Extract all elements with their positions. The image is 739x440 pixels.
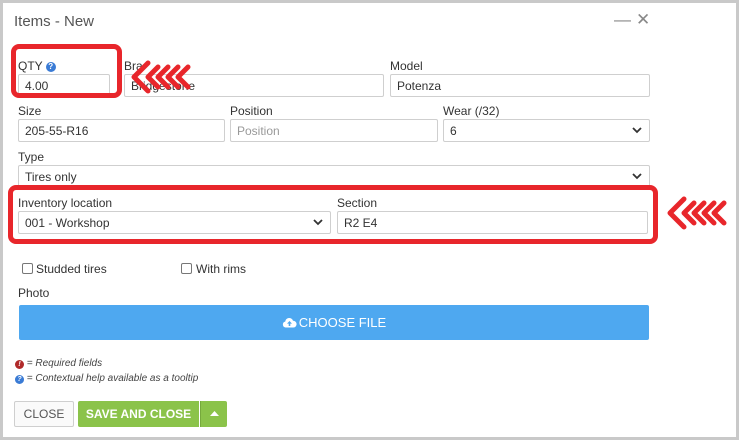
exclamation-circle-icon: ! — [15, 360, 24, 369]
dialog-title: Items - New — [14, 13, 95, 30]
chevron-down-icon — [632, 127, 642, 134]
help-legend: ? = Contextual help available as a toolt… — [15, 373, 198, 384]
size-label: Size — [18, 104, 42, 118]
help-legend-text: = Contextual help available as a tooltip — [26, 373, 199, 384]
chevron-down-icon — [632, 173, 642, 180]
size-input[interactable]: 205-55-R16 — [18, 119, 225, 142]
studded-tires-checkbox[interactable] — [22, 263, 33, 274]
location-highlight-box — [8, 185, 658, 244]
choose-file-button[interactable]: CHOOSE FILE — [19, 305, 649, 340]
caret-up-icon — [210, 411, 219, 416]
close-button[interactable]: CLOSE — [14, 401, 74, 427]
type-select-value: Tires only — [25, 170, 77, 184]
cloud-upload-icon — [282, 317, 297, 328]
required-legend-text: = Required fields — [26, 358, 103, 369]
studded-tires-label: Studded tires — [36, 262, 107, 276]
wear-select[interactable]: 6 — [443, 119, 650, 142]
qty-highlight-box — [11, 44, 122, 98]
left-arrow-annotation-icon — [131, 60, 191, 94]
wear-select-value: 6 — [450, 124, 457, 138]
position-label: Position — [230, 104, 273, 118]
question-circle-icon: ? — [15, 375, 24, 384]
save-options-button[interactable] — [200, 401, 227, 427]
save-and-close-button[interactable]: SAVE AND CLOSE — [78, 401, 199, 427]
left-arrow-annotation-icon — [667, 196, 727, 230]
with-rims-checkbox[interactable] — [181, 263, 192, 274]
position-input[interactable]: Position — [230, 119, 438, 142]
model-input[interactable]: Potenza — [390, 74, 650, 97]
wear-label: Wear (/32) — [443, 104, 500, 118]
choose-file-label: CHOOSE FILE — [298, 315, 387, 330]
with-rims-label: With rims — [196, 262, 246, 276]
model-label: Model — [390, 59, 423, 73]
minimize-icon[interactable]: — — [614, 10, 631, 30]
photo-label: Photo — [18, 286, 50, 300]
close-icon[interactable]: ✕ — [636, 10, 650, 30]
required-legend: ! = Required fields — [15, 358, 102, 369]
type-label: Type — [18, 150, 45, 164]
